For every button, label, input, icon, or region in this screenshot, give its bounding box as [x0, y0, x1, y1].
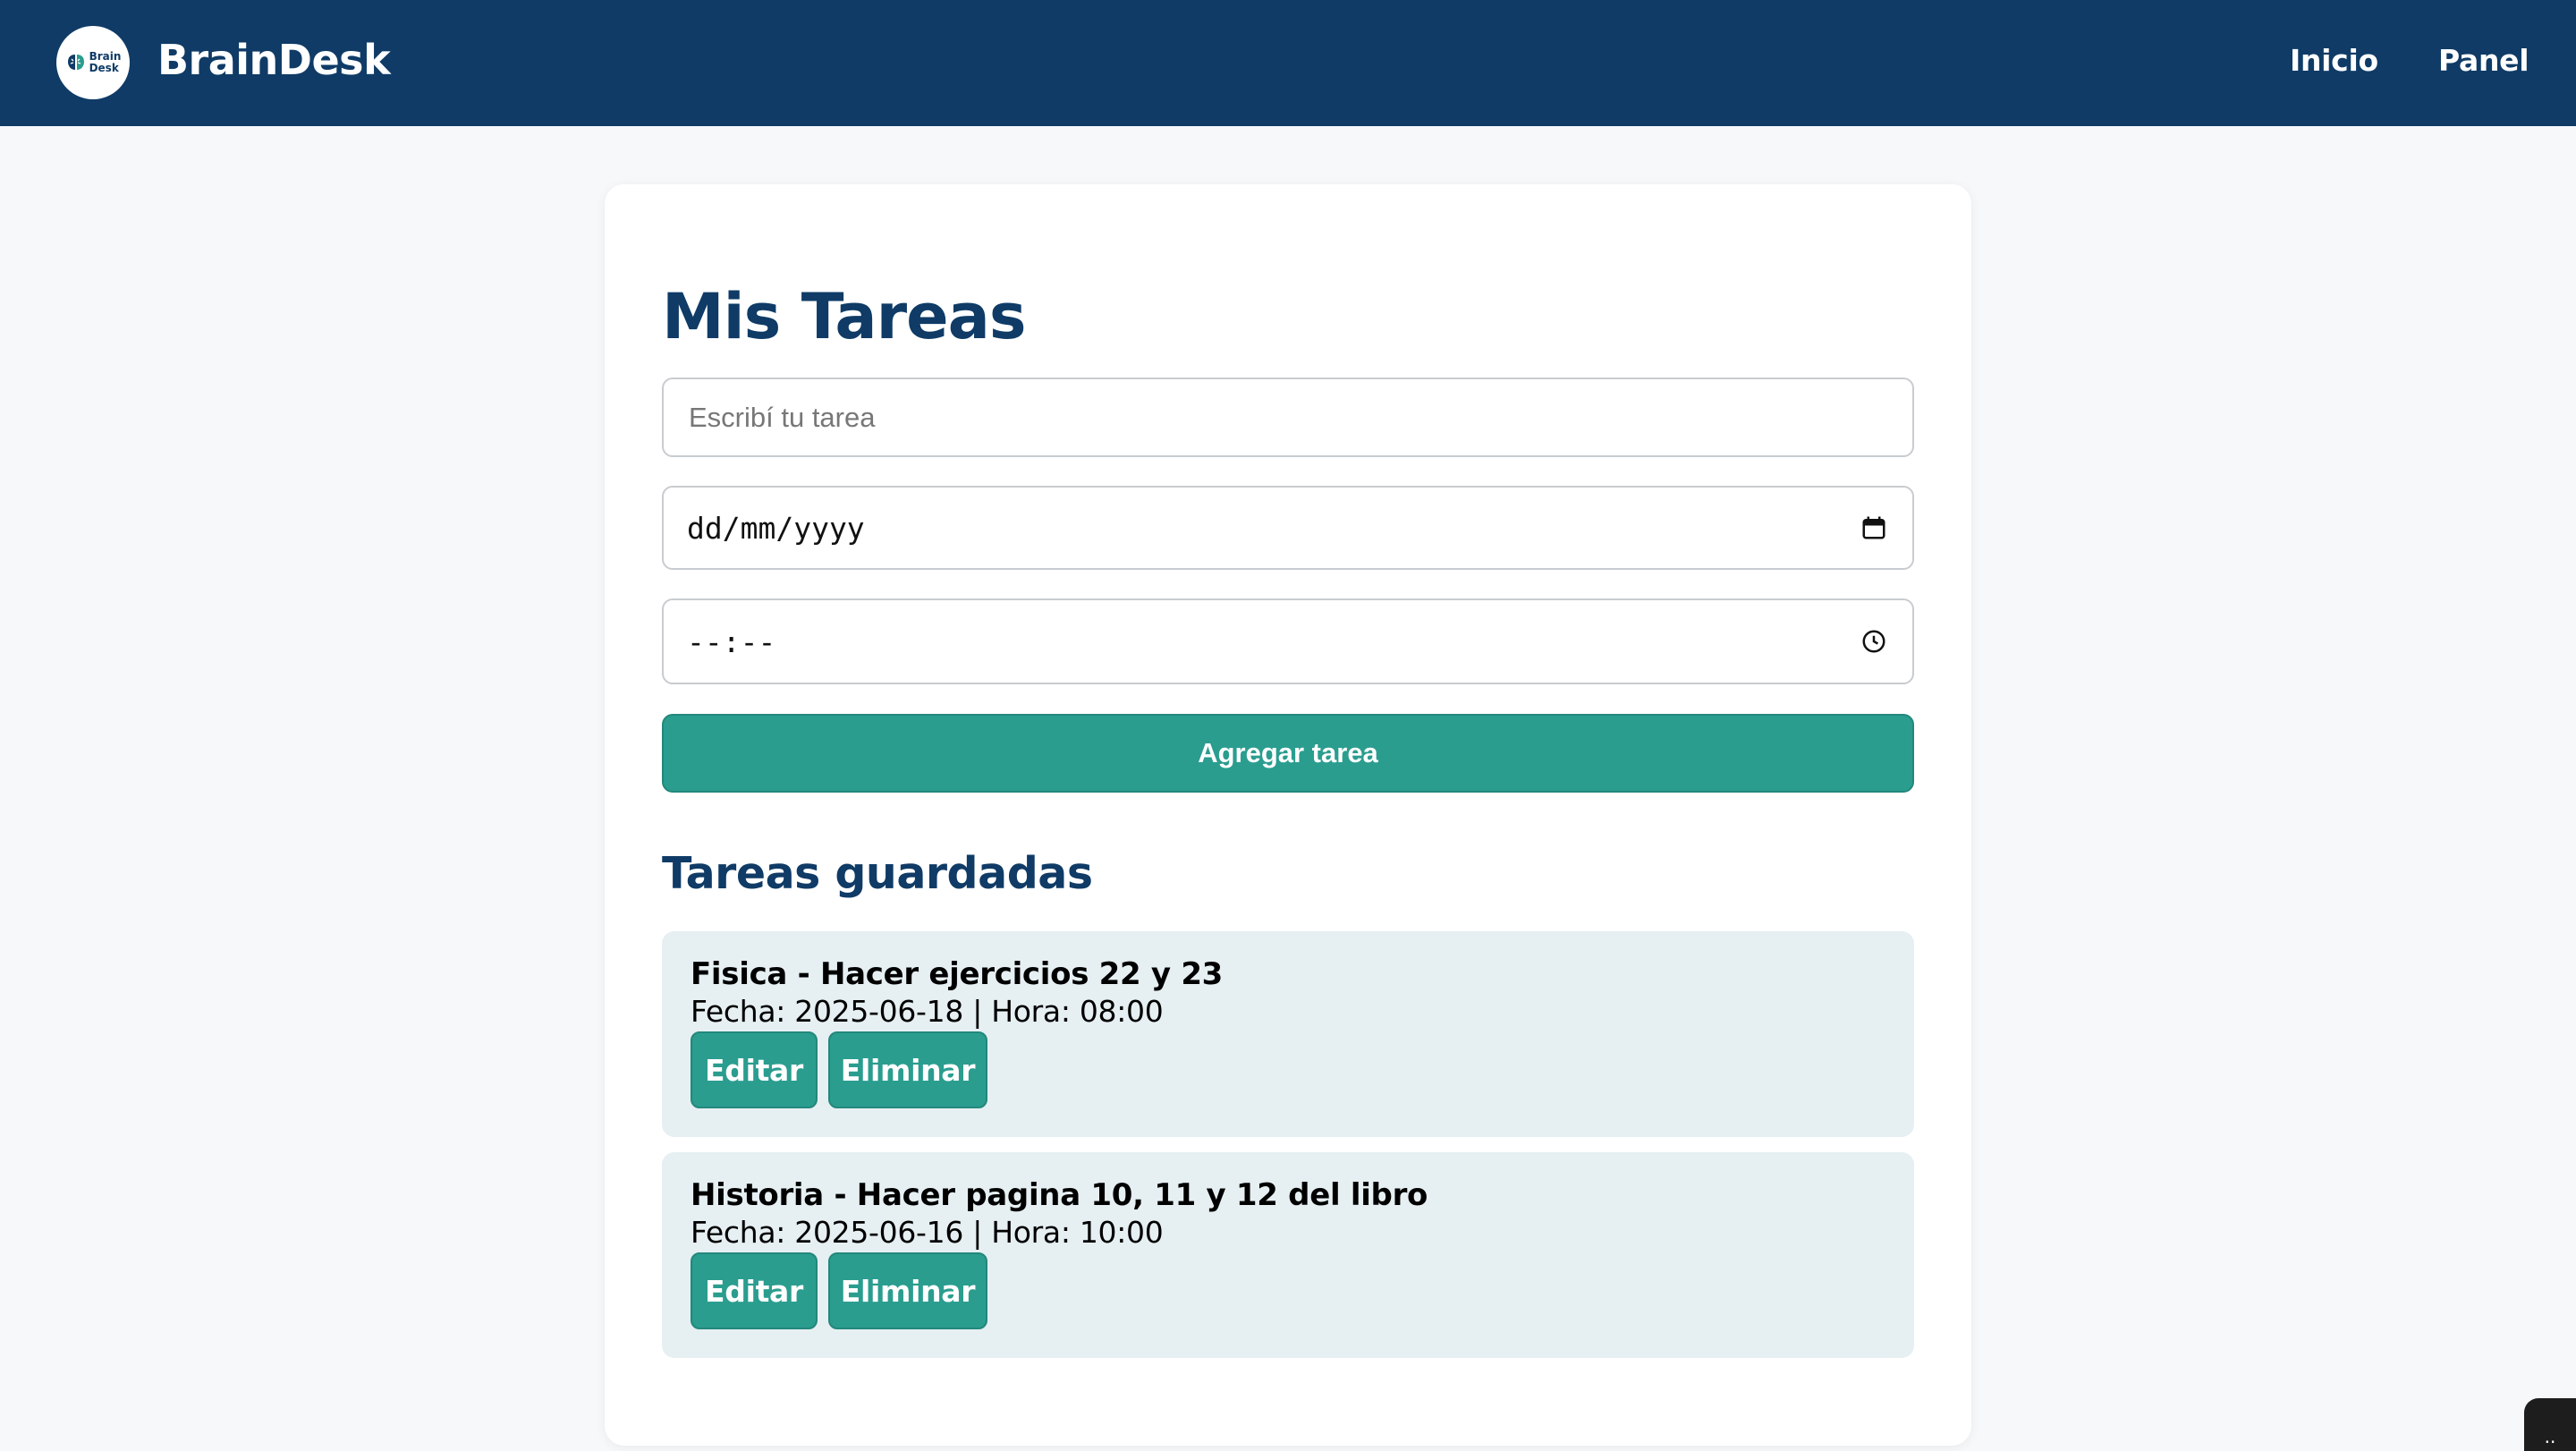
delete-task-button[interactable]: Eliminar: [828, 1252, 987, 1329]
edit-task-button[interactable]: Editar: [691, 1252, 818, 1329]
logo-text: Brain Desk: [89, 51, 122, 74]
saved-tasks-heading: Tareas guardadas: [662, 848, 1093, 899]
task-input-wrapper: [662, 378, 1914, 457]
task-meta: Fecha: 2025-06-16 | Hora: 10:00: [691, 1215, 1164, 1250]
brand-name[interactable]: BrainDesk: [157, 36, 391, 84]
time-input[interactable]: --:--: [662, 598, 1914, 684]
logo-text-line2: Desk: [89, 62, 119, 74]
edit-task-button[interactable]: Editar: [691, 1031, 818, 1108]
nav-link-inicio[interactable]: Inicio: [2290, 43, 2378, 78]
clock-icon[interactable]: [1859, 626, 1889, 657]
top-navbar: Brain Desk BrainDesk Inicio Panel: [0, 0, 2576, 126]
add-task-button[interactable]: Agregar tarea: [662, 714, 1914, 793]
date-input[interactable]: dd/mm/yyyy: [662, 486, 1914, 570]
task-title: Fisica - Hacer ejercicios 22 y 23: [691, 956, 1224, 992]
task-item: Fisica - Hacer ejercicios 22 y 23 Fecha:…: [662, 931, 1914, 1137]
page-title: Mis Tareas: [662, 280, 1027, 353]
task-item: Historia - Hacer pagina 10, 11 y 12 del …: [662, 1152, 1914, 1358]
task-input[interactable]: [687, 400, 1889, 435]
task-title: Historia - Hacer pagina 10, 11 y 12 del …: [691, 1177, 1428, 1213]
date-input-value: dd/mm/yyyy: [687, 510, 865, 546]
delete-task-button[interactable]: Eliminar: [828, 1031, 987, 1108]
corner-widget[interactable]: ..: [2524, 1398, 2576, 1451]
brain-logo-icon: [67, 55, 84, 70]
nav-link-panel[interactable]: Panel: [2438, 43, 2529, 78]
task-meta: Fecha: 2025-06-18 | Hora: 08:00: [691, 994, 1164, 1029]
calendar-icon[interactable]: [1859, 513, 1889, 543]
time-input-value: --:--: [687, 624, 776, 659]
braindesk-logo[interactable]: Brain Desk: [56, 26, 130, 99]
